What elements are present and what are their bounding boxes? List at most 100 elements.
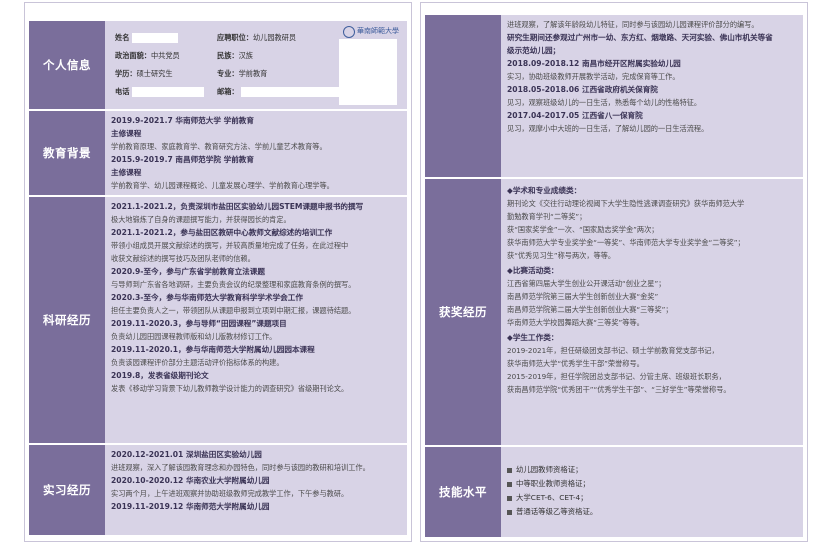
position-key: 应聘职位： (217, 33, 253, 42)
category-heading-text: 比赛活动类： (512, 266, 559, 275)
entry-description: 南昌师范学院第三届大学生创新创业大赛“金奖” (507, 292, 659, 301)
university-logo: 華南師範大學 (343, 25, 399, 38)
phone-key: 电话 (115, 87, 130, 96)
section-label: 个人信息 (29, 21, 105, 109)
internship-content: 2020.12-2021.01 深圳盐田区实验幼儿园进班观察，深入了解该园教育理… (105, 445, 407, 535)
entry-description: 华南师范大学校园舞蹈大赛“三等奖”等等。 (507, 318, 644, 327)
entry-heading: 2018.05-2018.06 江西省政府机关保育院 (507, 85, 658, 94)
square-bullet-icon (507, 495, 512, 501)
education-content: 2019.9-2021.7 华南师范大学 学前教育 主修课程学前教育原理、家庭教育… (105, 111, 407, 195)
section-label: 获奖经历 (425, 179, 501, 445)
research-section: 科研经历 2021.1-2021.2，负责深圳市盐田区实验幼儿园STEM课题申报… (29, 197, 407, 443)
name-value-redacted (131, 33, 178, 43)
resume-page-left: 个人信息 姓名 应聘职位：幼儿园教研员 政治面貌：中共党员 民族：汉族 学历：硕… (24, 2, 412, 542)
entry-heading: 2020.10-2020.12 华南农业大学附属幼儿园 (111, 476, 270, 485)
entry-description: 收获文献综述的撰写技巧及团队老师的信赖。 (111, 254, 255, 263)
entry-heading: 主修课程 (111, 168, 142, 177)
internship-section: 实习经历 2020.12-2021.01 深圳盐田区实验幼儿园进班观察，深入了解… (29, 445, 407, 535)
skills-content: 幼儿园教师资格证； 中等职业教师资格证； 大学CET-6、CET-4； 普通话等级乙等… (501, 447, 803, 537)
entry-description: 负责幼儿园田园课程教师版和幼儿版教材修订工作。 (111, 332, 277, 341)
entry-heading: 主修课程 (111, 129, 142, 138)
entry-description: 带领小组成员开展文献综述的撰写，并较高质量地完成了任务，在此过程中 (111, 241, 349, 250)
entry-heading: 级示范幼儿园； (507, 46, 561, 55)
awards-content: ◆学术和专业成绩类： 期刊论文《交往行动理论视阈下大学生隐性逃课调查研究》获华南师… (501, 179, 803, 445)
entry-heading: 研究生期间还参观过广州市一幼、东方红、烟墩路、天河实验、佛山市机关等省 (507, 33, 773, 42)
entry-description: 极大地锻炼了自身的课题撰写能力，并获得园长的肯定。 (111, 215, 291, 224)
entry-description: 获华南师范大学专业奖学金“一等奖”、华南师范大学专业奖学金“二等奖”； (507, 238, 745, 247)
skill-text: 普通话等级乙等资格证。 (516, 507, 598, 516)
skill-item: 普通话等级乙等资格证。 (507, 505, 797, 519)
category-heading-text: 学术和专业成绩类： (512, 186, 582, 195)
internship-continued-section: 进班观察，了解该年龄段幼儿特征，同时参与该园幼儿园课程评价部分的编写。研究生期间… (425, 15, 803, 177)
section-label: 技能水平 (425, 447, 501, 537)
entry-heading: 2021.1-2021.2，负责深圳市盐田区实验幼儿园STEM课题申报书的撰写 (111, 202, 364, 211)
section-label: 科研经历 (29, 197, 105, 443)
education-section: 教育背景 2019.9-2021.7 华南师范大学 学前教育 主修课程学前教育原理… (29, 111, 407, 195)
seal-icon (343, 25, 355, 38)
position-value: 幼儿园教研员 (252, 33, 297, 42)
photo-placeholder (339, 39, 397, 105)
skill-item: 大学CET-6、CET-4； (507, 491, 797, 505)
skill-text: 中等职业教师资格证； (516, 479, 590, 488)
section-label-empty (425, 15, 501, 177)
category-heading: ◆学生工作类： (507, 331, 797, 344)
entry-heading: 2018.09-2018.12 南昌市经开区附属实验幼儿园 (507, 59, 681, 68)
entry-heading: 2020.12-2021.01 深圳盐田区实验幼儿园 (111, 450, 262, 459)
internship-continued-content: 进班观察，了解该年龄段幼儿特征，同时参与该园幼儿园课程评价部分的编写。研究生期间… (501, 15, 803, 177)
phone-value-redacted (131, 87, 204, 97)
section-label: 实习经历 (29, 445, 105, 535)
entry-description: 学前教育原理、家庭教育学、教育研究方法、学前儿童艺术教育等。 (111, 142, 327, 151)
entry-description: 负责该园课程评价部分主题活动评价指标体系的构建。 (111, 358, 284, 367)
entry-description: 勤勉教育学刊“二等奖”； (507, 212, 587, 221)
entry-description: 获华南师范大学“优秀学生干部”荣誉称号。 (507, 359, 644, 368)
major-key: 专业： (217, 69, 239, 78)
category-heading: ◆学术和专业成绩类： (507, 184, 797, 197)
political-value: 中共党员 (150, 51, 180, 60)
section-label: 教育背景 (29, 111, 105, 195)
entry-description: 进班观察，深入了解该园教育理念和办园特色，同时参与该园的教研和培训工作。 (111, 463, 370, 472)
entry-description: 南昌师范学院第二届大学生创新创业大赛“三等奖”； (507, 305, 673, 314)
entry-heading: 2021.1-2021.2，参与盐田区教研中心教师文献综述的培训工作 (111, 228, 333, 237)
entry-heading: 2019.11-2019.12 华南师范大学附属幼儿园 (111, 502, 270, 511)
email-key: 邮箱： (217, 87, 239, 96)
entry-description: 与导师到广东省各地调研，主要负责会议的纪录整理和家庭教育条例的撰写。 (111, 280, 356, 289)
entry-heading: 2019.11-2020.1，参与华南师范大学附属幼儿园园本课程 (111, 345, 315, 354)
category-heading-text: 学生工作类： (512, 333, 559, 342)
skill-text: 大学CET-6、CET-4； (516, 493, 588, 502)
entry-description: 发表《移动学习背景下幼儿教师教学设计能力的调查研究》省级期刊论文。 (111, 384, 349, 393)
entry-description: 获“国家奖学金”一次、“国家励志奖学金”两次； (507, 225, 659, 234)
entry-heading: 2019.9-2021.7 华南师范大学 学前教育 (111, 116, 254, 125)
logo-text: 華南師範大學 (357, 27, 399, 35)
awards-section: 获奖经历 ◆学术和专业成绩类： 期刊论文《交往行动理论视阈下大学生隐性逃课调查研究… (425, 179, 803, 445)
skills-section: 技能水平 幼儿园教师资格证； 中等职业教师资格证； 大学CET-6、CET-4； 普通… (425, 447, 803, 537)
entry-description: 实习两个月，上午进班观察并协助班级教师完成教学工作，下午参与教研。 (111, 489, 349, 498)
entry-description: 学前教育学、幼儿园课程概论、儿童发展心理学、学前教育心理学等。 (111, 181, 334, 190)
entry-heading: 2019.8，发表省级期刊论文 (111, 371, 209, 380)
entry-description: 获“优秀见习生”称号两次，等等。 (507, 251, 616, 260)
degree-key: 学历： (115, 69, 137, 78)
skill-item: 幼儿园教师资格证； (507, 463, 797, 477)
entry-heading: 2015.9-2019.7 南昌师范学院 学前教育 (111, 155, 254, 164)
category-heading: ◆比赛活动类： (507, 264, 797, 277)
resume-page-right: 进班观察，了解该年龄段幼儿特征，同时参与该园幼儿园课程评价部分的编写。研究生期间… (420, 2, 808, 542)
entry-heading: 2020.9-至今，参与广东省学前教育立法课题 (111, 267, 265, 276)
name-key: 姓名 (115, 33, 130, 42)
entry-heading: 2020.3-至今，参与华南师范大学教育科学学术学会工作 (111, 293, 303, 302)
ethnic-value: 汉族 (238, 51, 253, 60)
personal-info-section: 个人信息 姓名 应聘职位：幼儿园教研员 政治面貌：中共党员 民族：汉族 学历：硕… (29, 21, 407, 109)
entry-description: 见习，观摩小中大班的一日生活，了解幼儿园的一日生活流程。 (507, 124, 709, 133)
entry-description: 进班观察，了解该年龄段幼儿特征，同时参与该园幼儿园课程评价部分的编写。 (507, 20, 759, 29)
ethnic-key: 民族： (217, 51, 239, 60)
square-bullet-icon (507, 481, 512, 487)
personal-info-content: 姓名 应聘职位：幼儿园教研员 政治面貌：中共党员 民族：汉族 学历：硕士研究生 … (105, 21, 407, 109)
entry-heading: 2019.11-2020.3，参与导师“田园课程”课题项目 (111, 319, 287, 328)
research-content: 2021.1-2021.2，负责深圳市盐田区实验幼儿园STEM课题申报书的撰写极… (105, 197, 407, 443)
entry-description: 实习，协助班级教师开展教学活动，完成保育等工作。 (507, 72, 680, 81)
political-key: 政治面貌： (115, 51, 151, 60)
entry-description: 见习，观察班级幼儿的一日生活，熟悉每个幼儿的性格特征。 (507, 98, 702, 107)
skill-text: 幼儿园教师资格证； (516, 465, 583, 474)
major-value: 学前教育 (238, 69, 268, 78)
email-value-redacted (240, 87, 345, 97)
degree-value: 硕士研究生 (136, 69, 173, 78)
skill-item: 中等职业教师资格证； (507, 477, 797, 491)
